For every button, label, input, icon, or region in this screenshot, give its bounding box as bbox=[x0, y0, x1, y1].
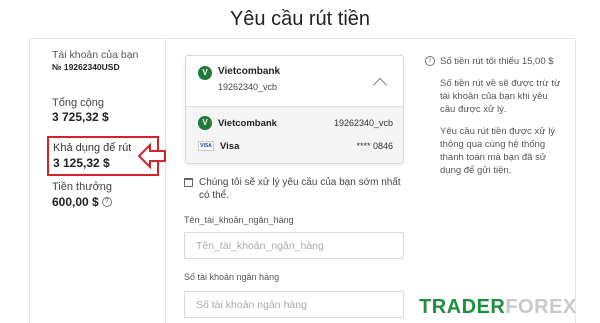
option-name: Vietcombank bbox=[218, 117, 277, 129]
bank-account-dropdown[interactable]: V Vietcombank 19262340_vcb V Vietcombank… bbox=[185, 55, 404, 164]
account-number: № 19262340USD bbox=[52, 62, 120, 72]
chevron-up-icon[interactable] bbox=[372, 77, 388, 93]
processing-notice: Chúng tôi sẽ xử lý yêu cầu của bạn sớm n… bbox=[184, 176, 406, 202]
account-label: Tài khoản của bạn bbox=[52, 49, 139, 61]
traderforex-watermark: TRADERFOREX bbox=[419, 296, 577, 319]
deduction-info: Số tiền rút về sẽ được trừ từ tài khoản … bbox=[425, 77, 565, 116]
selected-bank-name: Vietcombank bbox=[218, 66, 281, 77]
calendar-icon bbox=[184, 178, 193, 187]
min-amount-info: i Số tiền rút tối thiểu 15,00 $ bbox=[425, 55, 565, 68]
account-number-label: Số tài khoản ngân hàng bbox=[184, 272, 280, 282]
vietcombank-logo-icon: V bbox=[198, 66, 212, 80]
dropdown-options: V Vietcombank 19262340_vcb VISA Visa ***… bbox=[186, 106, 403, 163]
account-summary-panel: Tài khoản của bạn № 19262340USD Tổng cộn… bbox=[29, 38, 166, 323]
bonus-label: Tiền thưởng bbox=[52, 181, 113, 193]
watermark-part2: FOREX bbox=[505, 296, 577, 318]
dropdown-option-visa[interactable]: VISA Visa **** 0846 bbox=[198, 138, 393, 154]
available-value: 3 125,32 $ bbox=[53, 156, 110, 170]
selected-bank[interactable]: V Vietcombank 19262340_vcb bbox=[198, 66, 280, 92]
visa-logo-icon: VISA bbox=[198, 141, 214, 151]
bonus-value: 600,00 $ bbox=[52, 195, 99, 209]
total-label: Tổng cộng bbox=[52, 97, 104, 109]
vietcombank-logo-icon: V bbox=[198, 116, 212, 130]
account-number-input[interactable] bbox=[184, 291, 404, 318]
deduction-text: Số tiền rút về sẽ được trừ từ tài khoản … bbox=[440, 78, 561, 115]
info-icon: i bbox=[425, 56, 435, 66]
processing-text: Yêu cầu rút tiền được xử lý thông qua cù… bbox=[440, 126, 556, 176]
option-account: 19262340_vcb bbox=[333, 118, 393, 128]
account-name-input[interactable] bbox=[184, 232, 404, 259]
watermark-part1: TRADER bbox=[419, 296, 506, 318]
page-title: Yêu cầu rút tiền bbox=[229, 8, 371, 30]
notice-text: Chúng tôi sẽ xử lý yêu cầu của bạn sớm n… bbox=[199, 177, 401, 201]
total-value: 3 725,32 $ bbox=[52, 110, 109, 124]
account-name-label: Tên_tài_khoản_ngân_hàng bbox=[184, 215, 294, 225]
option-name: Visa bbox=[220, 140, 240, 152]
dropdown-option-vietcombank[interactable]: V Vietcombank 19262340_vcb bbox=[198, 115, 393, 131]
option-account: **** 0846 bbox=[356, 141, 393, 151]
arrow-left-icon bbox=[137, 143, 166, 169]
selected-bank-account: 19262340_vcb bbox=[218, 82, 278, 92]
available-label: Khả dụng để rút bbox=[53, 142, 132, 154]
withdraw-info-panel: i Số tiền rút tối thiểu 15,00 $ Số tiền … bbox=[425, 55, 565, 186]
min-amount-text: Số tiền rút tối thiểu 15,00 $ bbox=[440, 56, 554, 67]
processing-info: Yêu cầu rút tiền được xử lý thông qua cù… bbox=[425, 125, 565, 177]
bonus-info-icon[interactable]: ? bbox=[101, 197, 112, 207]
bonus-value-row: 600,00 $ ? bbox=[52, 195, 112, 209]
